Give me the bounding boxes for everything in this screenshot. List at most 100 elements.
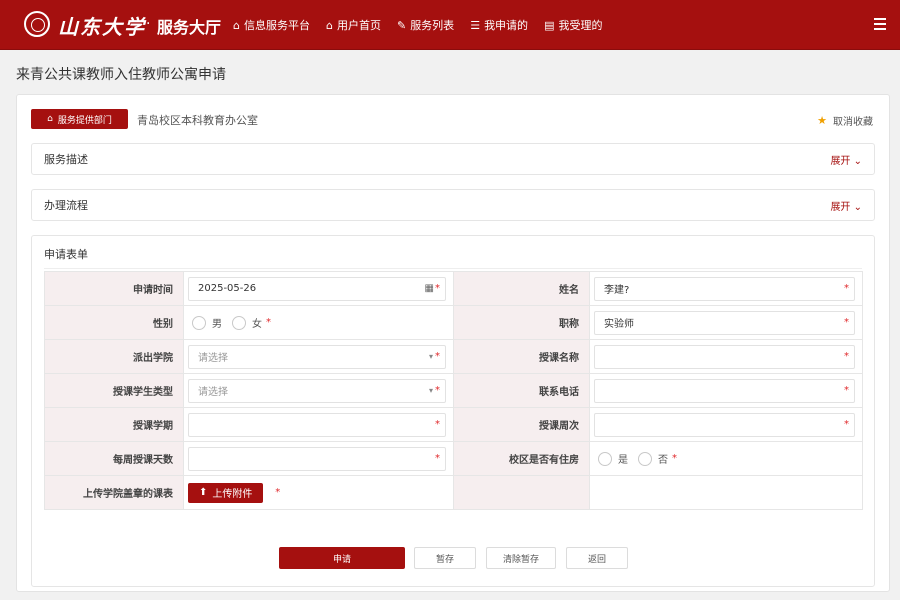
bank-icon: ⌂	[47, 114, 53, 124]
empty-label-cell	[453, 475, 590, 510]
form-row: 每周授课天数 * 校区是否有住房 是 否 *	[44, 441, 863, 476]
nav-link-label: 我申请的	[484, 19, 529, 32]
back-button[interactable]: 返回	[566, 547, 628, 569]
has-housing-label: 校区是否有住房	[453, 441, 590, 476]
service-hall-title[interactable]: 服务大厅	[157, 14, 221, 38]
gender-female-radio[interactable]	[232, 315, 246, 330]
days-per-week-input[interactable]: *	[188, 446, 446, 471]
nav-link-my-applications[interactable]: ☰ 我申请的	[470, 0, 528, 50]
college-label: 派出学院	[44, 339, 184, 374]
empty-cell	[589, 475, 863, 510]
days-per-week-label: 每周授课天数	[44, 441, 184, 476]
phone-label: 联系电话	[453, 373, 590, 408]
inbox-icon: ▤	[544, 18, 555, 32]
apply-time-input[interactable]: 2025-05-26 ▦ *	[188, 276, 446, 301]
hamburger-menu-icon[interactable]	[874, 18, 886, 30]
top-navbar: 山东大学 · 服务大厅 ⌂ 信息服务平台 ⌂ 用户首页 ✎ 服务列表 ☰ 我申请…	[0, 0, 900, 50]
required-mark: *	[844, 418, 849, 430]
title-label: 职称	[453, 305, 590, 340]
form-row: 授课学期 * 授课周次 *	[44, 407, 863, 442]
chevron-down-icon: ▾	[428, 385, 433, 395]
college-placeholder: 请选择	[198, 353, 228, 364]
student-type-placeholder: 请选择	[198, 387, 228, 398]
home-icon: ⌂	[233, 18, 240, 32]
application-form: 申请表单 申请时间 2025-05-26 ▦ * 姓名 李建? * 性别 男 女…	[31, 235, 875, 587]
main-panel: ⌂ 服务提供部门 青岛校区本科教育办公室 ★ 取消收藏 服务描述 展开 ⌄ 办理…	[16, 94, 890, 592]
form-title: 申请表单	[44, 248, 88, 261]
title-value: 实验师	[604, 319, 634, 330]
semester-label: 授课学期	[44, 407, 184, 442]
weeks-label: 授课周次	[453, 407, 590, 442]
nav-link-label: 用户首页	[336, 19, 381, 32]
service-dept-name: 青岛校区本科教育办公室	[137, 114, 258, 127]
upload-schedule-label: 上传学院盖章的课表	[44, 475, 184, 510]
service-dept-badge: ⌂ 服务提供部门	[31, 109, 128, 129]
form-table: 申请时间 2025-05-26 ▦ * 姓名 李建? * 性别 男 女 * 职称…	[44, 271, 863, 510]
university-seal-icon	[24, 11, 50, 37]
apply-time-value: 2025-05-26	[198, 283, 257, 294]
chevron-down-icon: ▾	[428, 351, 433, 361]
university-logo-text: 山东大学	[58, 15, 146, 39]
housing-yes-label: 是	[618, 455, 628, 466]
nav-link-my-handled[interactable]: ▤ 我受理的	[544, 0, 602, 50]
gender-radio-group: 男 女 *	[188, 311, 446, 335]
required-mark: *	[844, 350, 849, 362]
form-row: 上传学院盖章的课表 ⬆ 上传附件 *	[44, 475, 863, 510]
course-name-input[interactable]: *	[594, 344, 855, 369]
process-expand-button[interactable]: 展开 ⌄	[830, 198, 862, 213]
submit-button[interactable]: 申请	[279, 547, 405, 569]
nav-separator-dot: ·	[146, 16, 151, 32]
housing-no-radio[interactable]	[638, 451, 652, 466]
required-mark: *	[844, 316, 849, 328]
gender-female-label: 女	[252, 319, 262, 330]
apply-time-label: 申请时间	[44, 271, 184, 306]
required-mark: *	[266, 317, 271, 328]
nav-link-user-home[interactable]: ⌂ 用户首页	[326, 0, 381, 50]
page-title: 来青公共课教师入住教师公寓申请	[16, 67, 226, 83]
upload-attachment-button[interactable]: ⬆ 上传附件	[188, 482, 264, 503]
home-icon: ⌂	[325, 18, 333, 32]
nav-link-label: 信息服务平台	[243, 19, 310, 32]
college-select[interactable]: 请选择 ▾ *	[188, 344, 446, 369]
gender-label: 性别	[44, 305, 184, 340]
nav-link-info-platform[interactable]: ⌂ 信息服务平台	[233, 0, 310, 50]
calendar-icon[interactable]: ▦	[425, 283, 434, 294]
required-mark: *	[435, 418, 440, 430]
semester-input[interactable]: *	[188, 412, 446, 437]
name-label: 姓名	[453, 271, 590, 306]
student-type-select[interactable]: 请选择 ▾ *	[188, 378, 446, 403]
required-mark: *	[844, 384, 849, 396]
upload-attachment-label: 上传附件	[212, 489, 253, 500]
process-section[interactable]: 办理流程 展开 ⌄	[31, 189, 875, 221]
form-divider	[44, 268, 862, 269]
required-mark: *	[435, 350, 440, 362]
required-mark: *	[672, 453, 677, 464]
cancel-favorite-button[interactable]: ★ 取消收藏	[817, 113, 873, 128]
housing-yes-radio[interactable]	[598, 451, 612, 466]
weeks-input[interactable]: *	[594, 412, 855, 437]
service-dept-badge-label: 服务提供部门	[57, 115, 112, 126]
service-description-expand-button[interactable]: 展开 ⌄	[830, 152, 862, 167]
form-row: 授课学生类型 请选择 ▾ * 联系电话 *	[44, 373, 863, 408]
housing-radio-group: 是 否 *	[594, 447, 855, 471]
required-mark: *	[435, 452, 440, 464]
nav-link-label: 服务列表	[410, 19, 455, 32]
service-description-title: 服务描述	[44, 153, 88, 166]
phone-input[interactable]: *	[594, 378, 855, 403]
save-draft-button[interactable]: 暂存	[414, 547, 476, 569]
nav-links: ⌂ 信息服务平台 ⌂ 用户首页 ✎ 服务列表 ☰ 我申请的 ▤ 我受理的	[233, 0, 618, 50]
upload-icon: ⬆	[199, 487, 208, 498]
required-mark: *	[435, 384, 440, 396]
name-value: 李建?	[604, 285, 630, 296]
title-input[interactable]: 实验师 *	[594, 310, 855, 335]
edit-icon: ✎	[396, 18, 407, 32]
form-row: 申请时间 2025-05-26 ▦ * 姓名 李建? *	[44, 271, 863, 306]
gender-male-radio[interactable]	[192, 315, 206, 330]
clear-draft-button[interactable]: 清除暂存	[486, 547, 556, 569]
name-input[interactable]: 李建? *	[594, 276, 855, 301]
service-description-section[interactable]: 服务描述 展开 ⌄	[31, 143, 875, 175]
required-mark: *	[435, 282, 440, 294]
process-title: 办理流程	[44, 199, 88, 212]
list-icon: ☰	[470, 18, 481, 32]
nav-link-service-list[interactable]: ✎ 服务列表	[397, 0, 454, 50]
